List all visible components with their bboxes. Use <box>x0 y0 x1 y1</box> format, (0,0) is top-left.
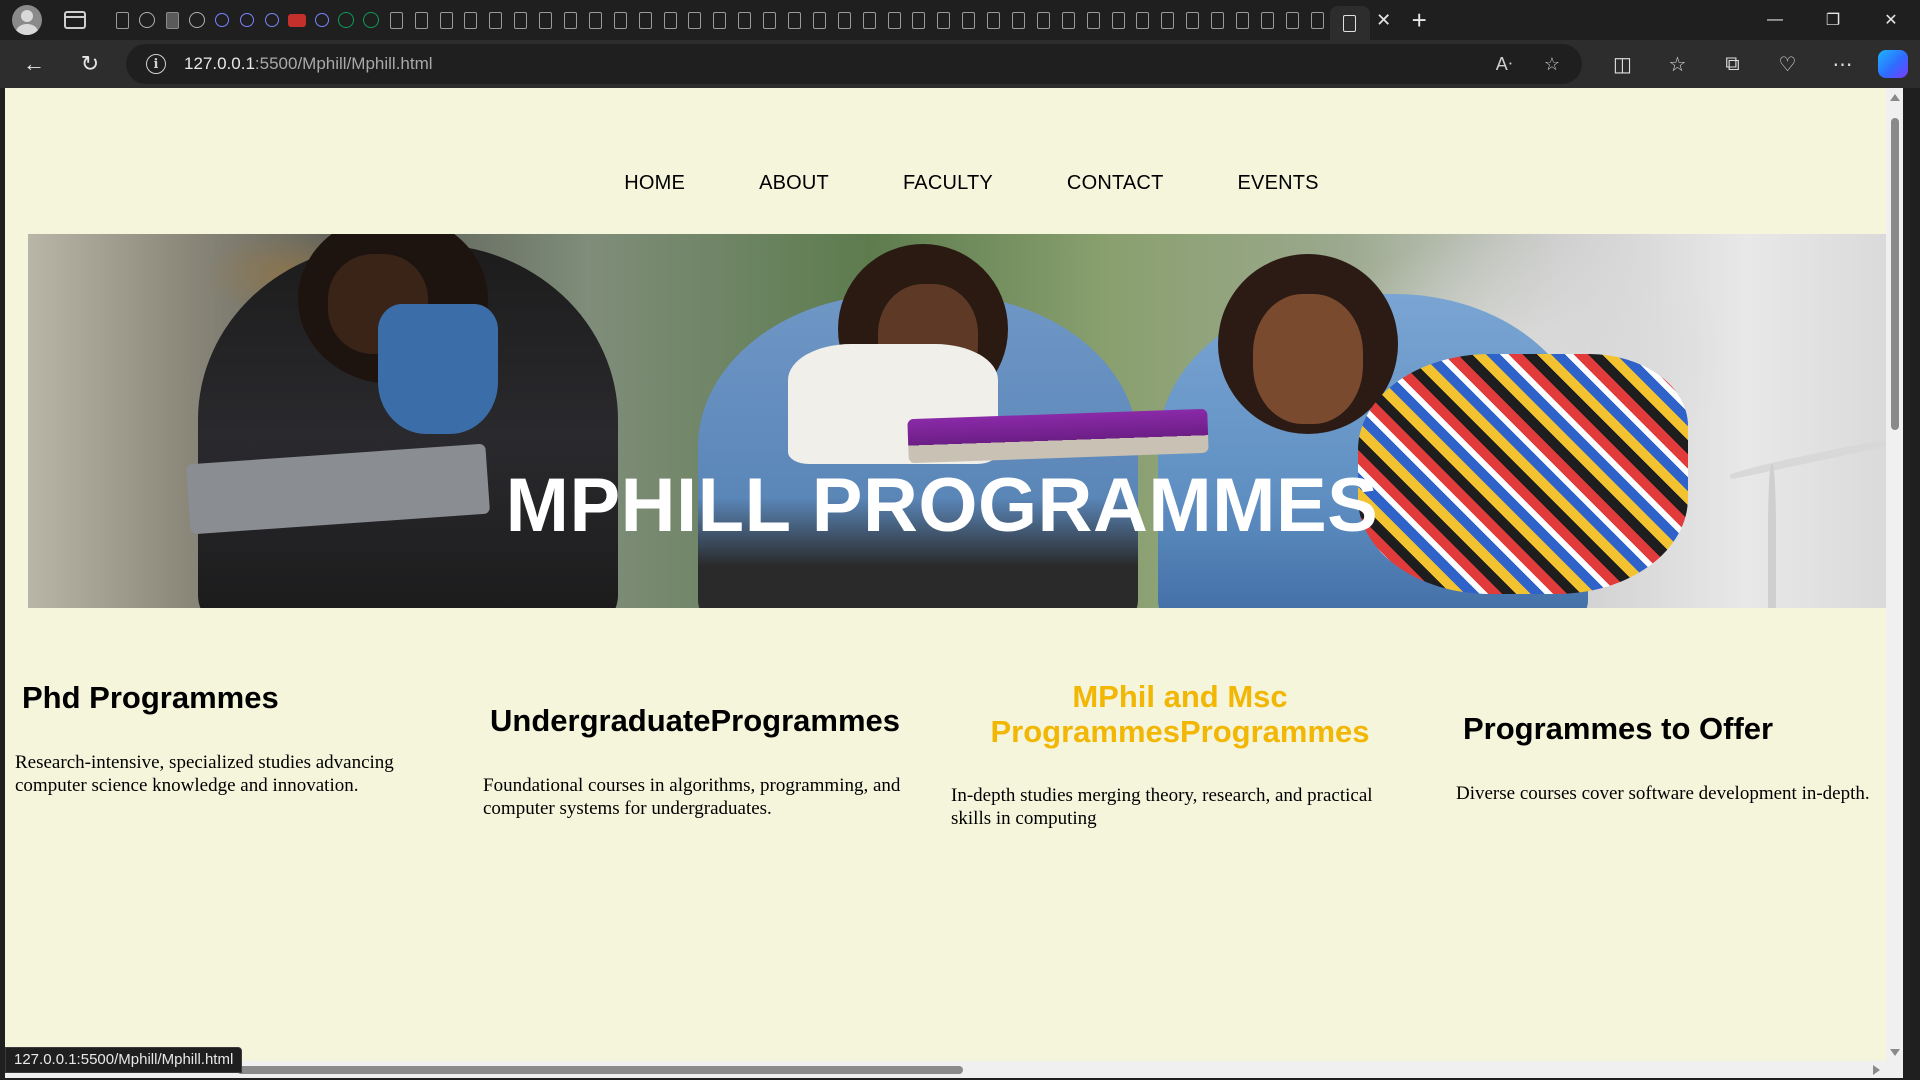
card-text: In-depth studies merging theory, researc… <box>951 785 1373 829</box>
tab[interactable] <box>409 0 434 40</box>
tab[interactable] <box>1180 0 1205 40</box>
tab[interactable] <box>907 0 932 40</box>
close-tab-icon[interactable]: ✕ <box>1370 10 1398 31</box>
page-viewport: HOME ABOUT FACULTY CONTACT EVENTS MPHILL… <box>5 88 1903 1078</box>
browser-essentials-icon[interactable]: ♡ <box>1760 52 1815 77</box>
tab-list: ✕ <box>110 0 1398 40</box>
card-title: UndergraduateProgrammes <box>490 703 901 738</box>
tab[interactable] <box>210 0 235 40</box>
tab[interactable] <box>931 0 956 40</box>
tab[interactable] <box>160 0 185 40</box>
active-tab[interactable] <box>1329 6 1370 40</box>
tab[interactable] <box>1205 0 1230 40</box>
tab[interactable] <box>1106 0 1131 40</box>
url-text[interactable]: 127.0.0.1:5500/Mphill/Mphill.html <box>184 54 433 74</box>
tab[interactable] <box>807 0 832 40</box>
more-icon[interactable]: ⋯ <box>1815 52 1870 77</box>
scroll-down-icon[interactable] <box>1890 1049 1900 1056</box>
tab[interactable] <box>1031 0 1056 40</box>
tab[interactable] <box>981 0 1006 40</box>
status-url-tooltip: 127.0.0.1:5500/Mphill/Mphill.html <box>5 1047 243 1073</box>
tab[interactable] <box>483 0 508 40</box>
address-bar[interactable]: i 127.0.0.1:5500/Mphill/Mphill.html Aᐧ ☆ <box>126 44 1582 84</box>
tab[interactable] <box>633 0 658 40</box>
split-screen-icon[interactable]: ◫ <box>1595 52 1650 77</box>
tab[interactable] <box>882 0 907 40</box>
tab[interactable] <box>658 0 683 40</box>
star-icon[interactable]: ☆ <box>1532 54 1572 75</box>
tab[interactable] <box>309 0 334 40</box>
tab[interactable] <box>707 0 732 40</box>
tab[interactable] <box>135 0 160 40</box>
card-text: Diverse courses cover software developme… <box>1456 783 1870 804</box>
tab[interactable] <box>757 0 782 40</box>
vertical-scrollbar[interactable] <box>1886 88 1903 1078</box>
tab[interactable] <box>857 0 882 40</box>
new-tab-button[interactable]: + <box>1412 5 1427 36</box>
tab[interactable] <box>458 0 483 40</box>
favorites-icon[interactable]: ☆ <box>1650 52 1705 77</box>
tab[interactable] <box>110 0 135 40</box>
profile-avatar[interactable] <box>12 5 42 35</box>
horizontal-scrollbar[interactable] <box>5 1061 1886 1078</box>
tab[interactable] <box>533 0 558 40</box>
tab[interactable] <box>334 0 359 40</box>
tab-actions-icon[interactable] <box>64 11 86 29</box>
card-title: Phd Programmes <box>22 680 279 715</box>
tab[interactable] <box>583 0 608 40</box>
refresh-icon[interactable]: ↻ <box>70 44 110 84</box>
tab-strip: ✕ + — ❐ ✕ <box>0 0 1920 40</box>
browser-toolbar: ← ↻ i 127.0.0.1:5500/Mphill/Mphill.html … <box>0 40 1920 88</box>
back-icon[interactable]: ← <box>14 44 54 84</box>
info-icon[interactable]: i <box>146 54 166 74</box>
minimize-icon[interactable]: — <box>1746 0 1804 40</box>
programme-cards: Phd Programmes Research-intensive, speci… <box>5 88 1903 1078</box>
horizontal-scroll-thumb[interactable] <box>237 1066 963 1074</box>
tab[interactable] <box>1255 0 1280 40</box>
url-path: :5500/Mphill/Mphill.html <box>254 54 433 73</box>
read-aloud-icon[interactable]: Aᐧ <box>1484 54 1524 75</box>
close-window-icon[interactable]: ✕ <box>1862 0 1920 40</box>
collections-icon[interactable]: ⧉ <box>1705 53 1760 76</box>
tab[interactable] <box>558 0 583 40</box>
tab[interactable] <box>384 0 409 40</box>
tab[interactable] <box>434 0 459 40</box>
tab[interactable] <box>1305 0 1330 40</box>
tab[interactable] <box>956 0 981 40</box>
url-host: 127.0.0.1 <box>184 54 255 73</box>
card-title: MPhil and Msc ProgrammesProgrammes <box>990 679 1370 749</box>
card-title: Programmes to Offer <box>1463 711 1774 746</box>
scroll-right-icon[interactable] <box>1873 1065 1880 1075</box>
tab[interactable] <box>682 0 707 40</box>
tab[interactable] <box>259 0 284 40</box>
tab[interactable] <box>1081 0 1106 40</box>
restore-icon[interactable]: ❐ <box>1804 0 1862 40</box>
tab[interactable] <box>1131 0 1156 40</box>
card-text: Research-intensive, specialized studies … <box>15 752 394 796</box>
tab[interactable] <box>1056 0 1081 40</box>
tab[interactable] <box>732 0 757 40</box>
tab[interactable] <box>1230 0 1255 40</box>
tab[interactable] <box>1006 0 1031 40</box>
vertical-scroll-thumb[interactable] <box>1891 118 1899 430</box>
tab[interactable] <box>508 0 533 40</box>
tab[interactable] <box>284 0 309 40</box>
tab[interactable] <box>1155 0 1180 40</box>
tab[interactable] <box>1280 0 1305 40</box>
tab[interactable] <box>185 0 210 40</box>
window-controls: — ❐ ✕ <box>1746 0 1920 40</box>
card-text: Foundational courses in algorithms, prog… <box>483 775 901 819</box>
tab[interactable] <box>608 0 633 40</box>
scroll-up-icon[interactable] <box>1890 94 1900 101</box>
copilot-icon[interactable] <box>1878 50 1908 78</box>
tab[interactable] <box>782 0 807 40</box>
tab[interactable] <box>359 0 384 40</box>
tab[interactable] <box>234 0 259 40</box>
tab[interactable] <box>832 0 857 40</box>
